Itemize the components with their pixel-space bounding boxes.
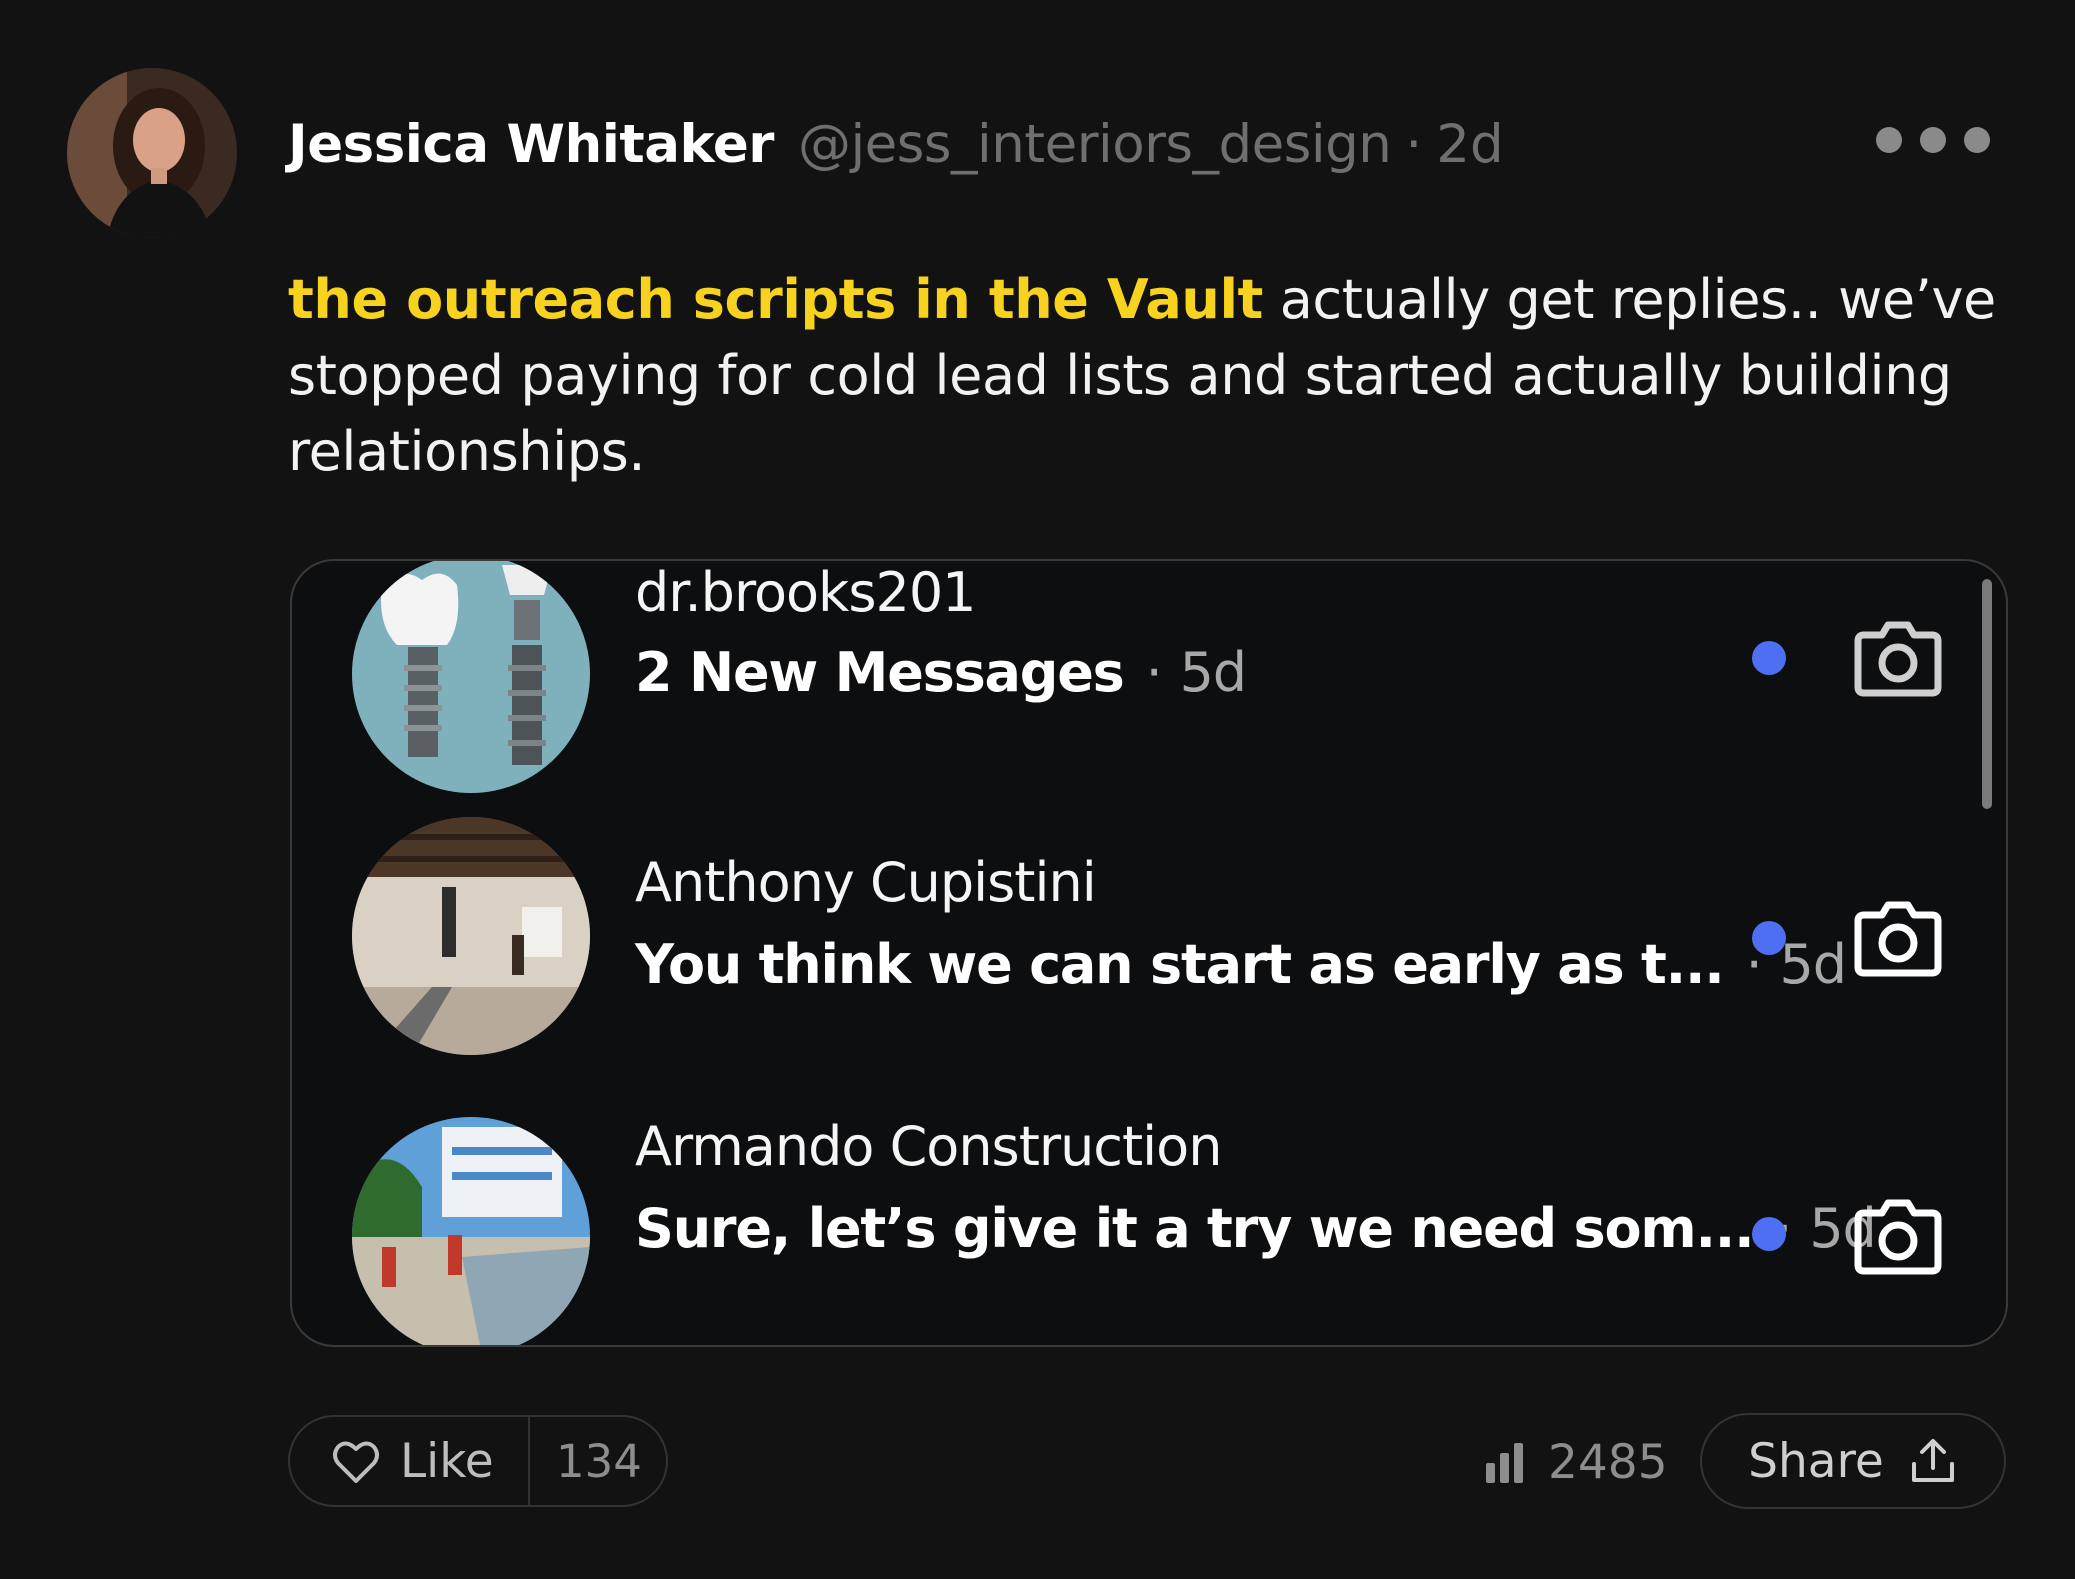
share-upload-icon [1911, 1439, 1954, 1482]
conversation-row[interactable]: dr.brooks201 2 New Messages · 5d [292, 561, 2006, 795]
conversation-name: dr.brooks201 [635, 561, 977, 624]
conversation-avatar [352, 1117, 590, 1345]
author-name[interactable]: Jessica Whitaker [288, 114, 774, 175]
construction-site-image-icon [352, 1117, 590, 1345]
preview-separator: · [1145, 641, 1163, 704]
unread-indicator-icon [1752, 641, 1786, 675]
unread-indicator-icon [1752, 1217, 1786, 1251]
conversation-name: Armando Construction [635, 1115, 1222, 1178]
conversation-row[interactable]: Anthony Cupistini You think we can start… [292, 817, 2006, 1057]
camera-button[interactable] [1850, 889, 1946, 985]
camera-icon [1854, 1199, 1942, 1275]
post-body: the outreach scripts in the Vault actual… [288, 262, 2008, 490]
conversation-time: 5d [1779, 933, 1847, 996]
like-label: Like [400, 1433, 494, 1489]
attached-screenshot[interactable]: dr.brooks201 2 New Messages · 5d Anthony… [290, 559, 2008, 1347]
conversation-preview-text: 2 New Messages [635, 641, 1125, 704]
unread-indicator-icon [1752, 921, 1786, 955]
conversation-preview-text: You think we can start as early as t... [635, 933, 1725, 996]
camera-button[interactable] [1850, 1187, 1946, 1283]
post-age: 2d [1436, 113, 1504, 175]
author-avatar[interactable] [67, 68, 237, 238]
author-handle[interactable]: @jess_interiors_design [798, 114, 1392, 175]
renovation-room-image-icon [352, 817, 590, 1055]
post-card: Jessica Whitaker @jess_interiors_design … [0, 0, 2075, 1579]
conversation-avatar [352, 817, 590, 1055]
like-control: Like 134 [288, 1415, 668, 1507]
header-separator: · [1405, 113, 1423, 175]
conversation-time: 5d [1179, 641, 1247, 704]
more-dot-icon [1964, 127, 1990, 153]
post-highlight-text: the outreach scripts in the Vault [288, 268, 1263, 331]
conversation-preview: You think we can start as early as t... … [635, 933, 1847, 996]
conversation-name: Anthony Cupistini [635, 851, 1097, 914]
heart-icon [333, 1441, 379, 1483]
camera-icon [1854, 621, 1942, 697]
views-count: 2485 [1548, 1434, 1668, 1490]
dental-implant-image-icon [352, 561, 590, 793]
like-button[interactable]: Like [290, 1417, 530, 1505]
like-count: 134 [556, 1434, 642, 1488]
camera-icon [1854, 901, 1942, 977]
conversation-preview: 2 New Messages · 5d [635, 641, 1247, 704]
camera-button[interactable] [1850, 609, 1946, 705]
more-dot-icon [1876, 127, 1902, 153]
bar-chart-icon [1486, 1443, 1523, 1483]
share-button[interactable]: Share [1700, 1413, 2006, 1509]
views-counter: 2485 [1482, 1430, 1668, 1494]
share-label: Share [1748, 1433, 1884, 1489]
conversation-avatar [352, 561, 590, 793]
more-dot-icon [1920, 127, 1946, 153]
more-options-button[interactable] [1876, 118, 1990, 162]
post-header: Jessica Whitaker @jess_interiors_design … [288, 104, 1504, 184]
conversation-preview-text: Sure, let’s give it a try we need som... [635, 1197, 1755, 1260]
conversation-preview: Sure, let’s give it a try we need som...… [635, 1197, 1877, 1260]
conversation-row[interactable]: Armando Construction Sure, let’s give it… [292, 1115, 2006, 1345]
